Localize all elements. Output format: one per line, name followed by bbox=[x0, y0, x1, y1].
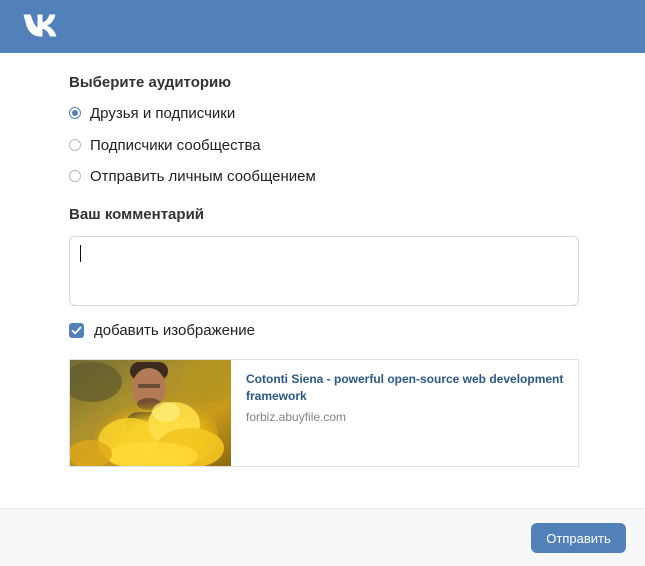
radio-private-message[interactable]: Отправить личным сообщением bbox=[69, 166, 316, 186]
comment-title: Ваш комментарий bbox=[69, 206, 205, 223]
link-preview-domain: forbiz.abuyfile.com bbox=[246, 410, 347, 424]
radio-button[interactable] bbox=[69, 170, 81, 182]
radio-friends-followers[interactable]: Друзья и подписчики bbox=[69, 103, 235, 123]
radio-label-friends-followers: Друзья и подписчики bbox=[90, 104, 236, 122]
send-button[interactable]: Отправить bbox=[531, 523, 626, 553]
footer-bar: Отправить bbox=[0, 508, 645, 566]
comment-textarea[interactable] bbox=[78, 243, 568, 299]
link-preview-card[interactable]: Cotonti Siena - powerful open-source web… bbox=[69, 359, 579, 467]
comment-field[interactable] bbox=[69, 236, 579, 306]
audience-title: Выберите аудиторию bbox=[69, 74, 232, 91]
link-preview-image bbox=[70, 360, 231, 466]
text-cursor bbox=[80, 245, 81, 262]
radio-label-private-message: Отправить личным сообщением bbox=[90, 167, 316, 185]
add-image-label: добавить изображение bbox=[94, 321, 255, 339]
header-bar bbox=[0, 0, 645, 53]
vk-logo-icon[interactable] bbox=[22, 13, 64, 38]
checkmark-icon bbox=[71, 326, 82, 334]
radio-button[interactable] bbox=[69, 139, 81, 151]
link-preview-title[interactable]: Cotonti Siena - powerful open-source web… bbox=[246, 371, 566, 405]
add-image-option[interactable]: добавить изображение bbox=[69, 320, 255, 340]
radio-label-community-subscribers: Подписчики сообщества bbox=[90, 136, 261, 154]
add-image-checkbox[interactable] bbox=[69, 322, 84, 338]
radio-button-checked[interactable] bbox=[69, 107, 81, 119]
radio-community-subscribers[interactable]: Подписчики сообщества bbox=[69, 135, 261, 155]
